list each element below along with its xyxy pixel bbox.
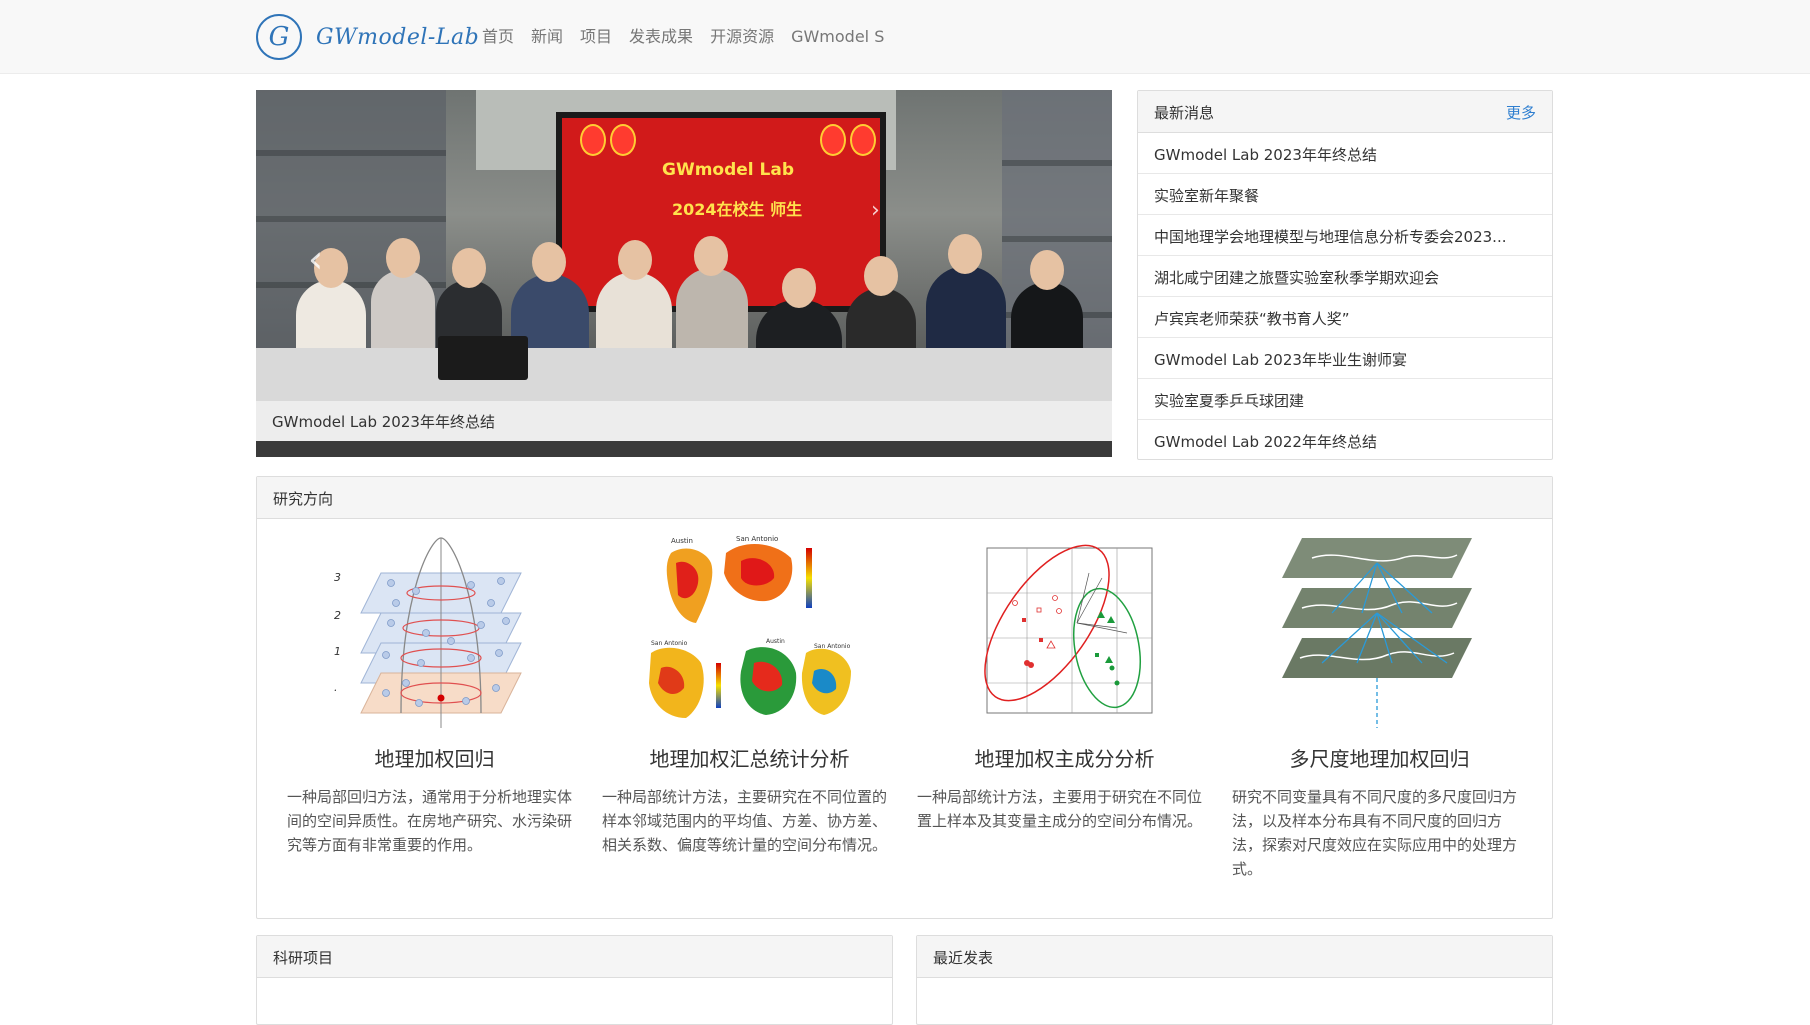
research-card-desc: 一种局部回归方法，通常用于分析地理实体间的空间异质性。在房地产研究、水污染研究等… <box>287 788 573 854</box>
top-navbar: G GWmodel-Lab 首页 新闻 项目 发表成果 开源资源 GWmodel… <box>0 0 1810 74</box>
research-card-mgwr[interactable]: 多尺度地理加权回归 研究不同变量具有不同尺度的多尺度回归方法，以及样本分布具有不… <box>1232 519 1527 918</box>
logo-icon: G <box>256 14 302 60</box>
news-item[interactable]: GWmodel Lab 2023年年终总结 <box>1138 133 1552 174</box>
map-label: San Antonio <box>651 640 688 647</box>
screen-subtitle: 2024在校生 师生 <box>672 200 803 219</box>
gwr-layer-label: 2 <box>334 609 341 622</box>
research-card-desc: 一种局部统计方法，主要用于研究在不同位置上样本及其变量主成分的空间分布情况。 <box>917 788 1203 830</box>
news-item[interactable]: GWmodel Lab 2022年年终总结 <box>1138 420 1552 461</box>
research-card-gwss[interactable]: Austin San Antonio San Antonio Austin Sa… <box>602 519 897 918</box>
gwpca-biplot-figure <box>984 544 1153 714</box>
news-item[interactable]: GWmodel Lab 2023年毕业生谢师宴 <box>1138 338 1552 379</box>
screen-title: GWmodel Lab <box>662 160 795 180</box>
research-card-gwr[interactable]: 3 2 1 . 地理加权回归 一种局部回归方法，通常用于分析地理实体间的空间异质… <box>287 519 582 918</box>
gwss-maps-figure: Austin San Antonio San Antonio Austin Sa… <box>649 535 851 718</box>
brand-logo-link[interactable]: G GWmodel-Lab <box>256 14 479 60</box>
news-item[interactable]: 卢宾宾老师荣获“教书育人奖” <box>1138 297 1552 338</box>
more-news-link[interactable]: 更多 <box>1506 102 1536 122</box>
carousel-photo: GWmodel Lab 2024在校生 师生 ‹ › <box>256 90 1112 401</box>
map-label: Austin <box>766 638 785 645</box>
research-card-desc: 一种局部统计方法，主要研究在不同位置的样本邻域范围内的平均值、方差、协方差、相关… <box>602 788 888 854</box>
research-projects-panel: 科研项目 <box>256 935 893 1025</box>
latest-news-panel: 最新消息 更多 GWmodel Lab 2023年年终总结 实验室新年聚餐 中国… <box>1137 90 1553 460</box>
nav-item-open-source[interactable]: 开源资源 <box>710 24 774 50</box>
research-card-title[interactable]: 地理加权汇总统计分析 <box>602 743 897 772</box>
nav-item-news[interactable]: 新闻 <box>531 24 563 50</box>
research-card-gwpca[interactable]: 地理加权主成分分析 一种局部统计方法，主要用于研究在不同位置上样本及其变量主成分… <box>917 519 1212 918</box>
nav-item-home[interactable]: 首页 <box>482 24 514 50</box>
research-heading: 研究方向 <box>257 477 1552 519</box>
lantern-icon <box>850 124 876 156</box>
research-card-desc: 研究不同变量具有不同尺度的多尺度回归方法，以及样本分布具有不同尺度的回归方法，探… <box>1232 788 1518 878</box>
carousel-next-icon[interactable]: › <box>871 200 880 222</box>
lantern-icon <box>610 124 636 156</box>
gwr-layer-label: 3 <box>334 571 341 584</box>
publications-heading: 最近发表 <box>917 936 1552 978</box>
news-item[interactable]: 中国地理学会地理模型与地理信息分析专委会2023... <box>1138 215 1552 256</box>
nav-item-gwmodel-s[interactable]: GWmodel S <box>791 24 884 50</box>
main-nav: 首页 新闻 项目 发表成果 开源资源 GWmodel S <box>482 24 901 50</box>
latest-news-title: 最新消息 <box>1154 104 1215 122</box>
gwr-layer-label: 1 <box>334 645 341 658</box>
gwr-layers-figure: 3 2 1 . <box>334 537 522 728</box>
photo-laptop <box>438 336 528 380</box>
research-directions-panel: 研究方向 3 2 1 . 地理加权回归 一种局部回归方法，通常用于分析地理实体间… <box>256 476 1553 919</box>
news-item[interactable]: 实验室夏季乒乓球团建 <box>1138 379 1552 420</box>
brand-name: GWmodel-Lab <box>316 24 480 50</box>
carousel-caption[interactable]: GWmodel Lab 2023年年终总结 <box>256 401 1112 441</box>
news-item[interactable]: 湖北咸宁团建之旅暨实验室秋季学期欢迎会 <box>1138 256 1552 297</box>
mgwr-layers-figure <box>1282 538 1472 728</box>
news-item[interactable]: 实验室新年聚餐 <box>1138 174 1552 215</box>
lantern-icon <box>820 124 846 156</box>
nav-item-projects[interactable]: 项目 <box>580 24 612 50</box>
nav-item-publications[interactable]: 发表成果 <box>629 24 693 50</box>
carousel-prev-icon[interactable]: ‹ <box>308 240 323 278</box>
photo-table <box>256 348 1112 401</box>
gwr-layer-label: . <box>334 681 338 694</box>
recent-publications-panel: 最近发表 <box>916 935 1553 1025</box>
research-card-title[interactable]: 多尺度地理加权回归 <box>1232 743 1527 772</box>
research-card-title[interactable]: 地理加权回归 <box>287 743 582 772</box>
latest-news-heading: 最新消息 更多 <box>1138 91 1552 133</box>
news-carousel[interactable]: GWmodel Lab 2024在校生 师生 ‹ › GWmodel Lab 2… <box>256 90 1112 457</box>
map-label: Austin <box>671 537 693 545</box>
research-card-title[interactable]: 地理加权主成分分析 <box>917 743 1212 772</box>
lantern-icon <box>580 124 606 156</box>
map-label: San Antonio <box>736 535 778 543</box>
projects-heading: 科研项目 <box>257 936 892 978</box>
